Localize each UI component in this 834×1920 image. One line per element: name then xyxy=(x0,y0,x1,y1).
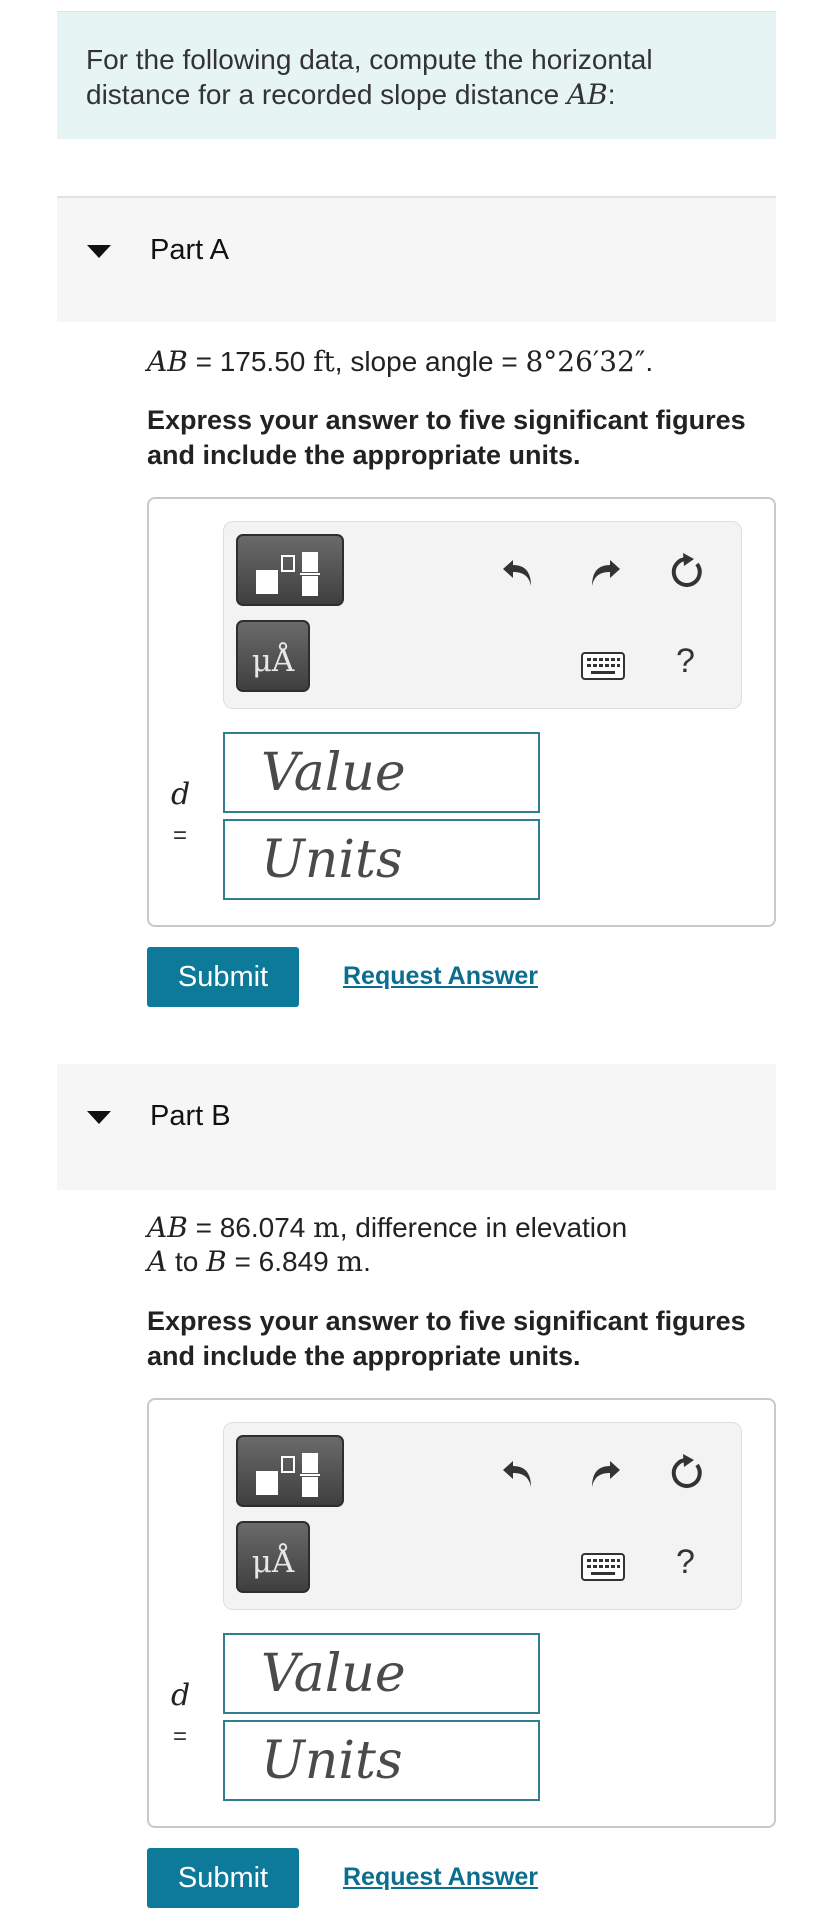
units-input[interactable] xyxy=(223,1720,540,1801)
question-equals: = 86.074 xyxy=(187,1212,314,1243)
collapse-caret-icon[interactable] xyxy=(87,245,111,258)
part-a-instruction: Express your answer to five significant … xyxy=(147,405,746,470)
answer-equals: = xyxy=(173,1723,188,1750)
math-toolbar: μÅ ? xyxy=(223,1422,742,1610)
part-b-instruction: Express your answer to five significant … xyxy=(147,1306,746,1371)
collapse-caret-icon[interactable] xyxy=(87,1111,111,1124)
part-b-question: AB = 86.074 m, difference in elevation A… xyxy=(147,1211,627,1279)
question-angle: 8°26′32″ xyxy=(525,345,646,378)
question-line-2: A to B = 6.849 m. xyxy=(147,1245,627,1279)
question-unit: m xyxy=(313,1211,340,1244)
intro-variable: AB xyxy=(566,78,608,111)
question-unit-2: m xyxy=(336,1245,364,1278)
undo-icon[interactable] xyxy=(499,1453,539,1493)
problem-intro: For the following data, compute the hori… xyxy=(57,11,776,139)
part-b-title: Part B xyxy=(150,1100,231,1132)
part-a-submit-button[interactable]: Submit xyxy=(147,947,299,1007)
intro-suffix: : xyxy=(607,79,616,110)
question-to: to xyxy=(167,1246,207,1277)
templates-icon xyxy=(256,552,320,596)
value-input[interactable] xyxy=(223,1633,540,1714)
templates-icon xyxy=(256,1453,320,1497)
help-button[interactable]: ? xyxy=(676,642,695,681)
question-point-a: A xyxy=(147,1245,168,1278)
undo-icon[interactable] xyxy=(499,552,539,592)
help-button[interactable]: ? xyxy=(676,1543,695,1582)
redo-icon[interactable] xyxy=(584,1453,624,1493)
question-rest: , difference in elevation xyxy=(339,1212,628,1243)
keyboard-icon[interactable] xyxy=(581,1553,625,1581)
keyboard-icon[interactable] xyxy=(581,652,625,680)
part-b-answer-box: μÅ ? d = xyxy=(147,1398,776,1828)
question-unit: ft xyxy=(313,345,335,378)
answer-variable: d xyxy=(171,777,191,812)
part-a-question: AB = 175.50 ft, slope angle = 8°26′32″. xyxy=(147,345,653,379)
question-equals: = 175.50 xyxy=(187,346,314,377)
reset-icon[interactable] xyxy=(667,1453,707,1493)
part-b-header[interactable]: Part B xyxy=(57,1064,776,1190)
templates-button[interactable] xyxy=(236,1435,344,1507)
part-b-submit-button[interactable]: Submit xyxy=(147,1848,299,1908)
answer-variable: d xyxy=(171,1678,191,1713)
question-variable: AB xyxy=(147,1211,188,1244)
question-rest: , slope angle = xyxy=(334,346,526,377)
question-variable: AB xyxy=(147,345,188,378)
question-end: . xyxy=(363,1246,371,1277)
part-a-header[interactable]: Part A xyxy=(57,196,776,322)
question-equals-2: = 6.849 xyxy=(226,1246,337,1277)
part-a-request-answer-link[interactable]: Request Answer xyxy=(343,962,538,991)
math-toolbar: μÅ ? xyxy=(223,521,742,709)
part-b-request-answer-link[interactable]: Request Answer xyxy=(343,1863,538,1892)
question-line-1: AB = 86.074 m, difference in elevation xyxy=(147,1211,627,1245)
templates-button[interactable] xyxy=(236,534,344,606)
question-point-b: B xyxy=(206,1245,227,1278)
redo-icon[interactable] xyxy=(584,552,624,592)
units-button[interactable]: μÅ xyxy=(236,620,310,692)
units-input[interactable] xyxy=(223,819,540,900)
answer-equals: = xyxy=(173,822,188,849)
part-a-answer-box: μÅ ? d = xyxy=(147,497,776,927)
reset-icon[interactable] xyxy=(667,552,707,592)
question-end: . xyxy=(645,346,654,377)
value-input[interactable] xyxy=(223,732,540,813)
units-button[interactable]: μÅ xyxy=(236,1521,310,1593)
part-a-title: Part A xyxy=(150,234,229,266)
